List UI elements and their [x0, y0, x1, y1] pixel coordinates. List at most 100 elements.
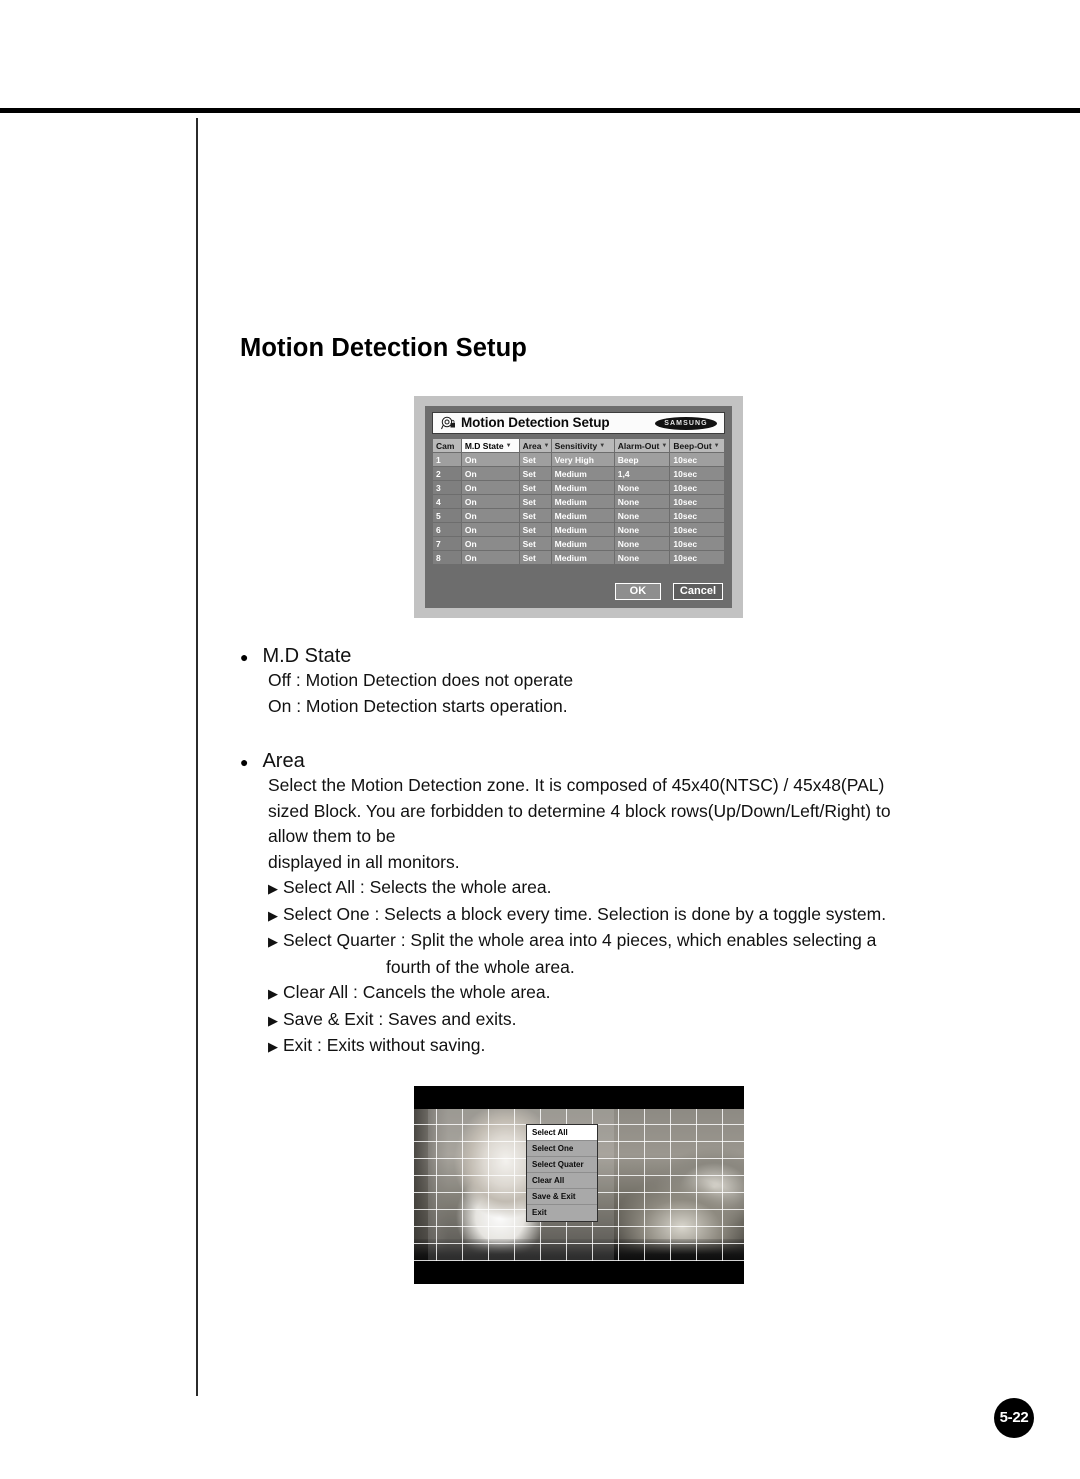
cell-beep-out[interactable]: 10sec: [670, 481, 724, 494]
bullet-icon: ●: [240, 649, 249, 665]
cell-md-state[interactable]: On: [461, 481, 519, 494]
md-state-line: On : Motion Detection starts operation.: [268, 695, 568, 716]
menu-item-save-and-exit[interactable]: Save & Exit: [527, 1189, 597, 1205]
column-header-cam[interactable]: Cam: [433, 439, 461, 452]
cell-md-state[interactable]: On: [461, 509, 519, 522]
area-option-continuation: fourth of the whole area.: [386, 956, 575, 977]
arrow-right-icon: ▶: [268, 881, 278, 896]
table-row[interactable]: 5 On Set Medium None 10sec: [433, 509, 724, 522]
column-header-beep-out[interactable]: Beep-Out ▼: [670, 439, 724, 452]
section-md-state: ● M.D State Off : Motion Detection does …: [240, 645, 573, 719]
cell-cam: 1: [433, 453, 461, 466]
cell-cam: 2: [433, 467, 461, 480]
cell-md-state[interactable]: On: [461, 495, 519, 508]
area-heading-label: Area: [262, 750, 305, 772]
cell-alarm-out[interactable]: None: [614, 495, 670, 508]
cell-area[interactable]: Set: [519, 467, 551, 480]
column-header-md-state[interactable]: M.D State ▼: [461, 439, 519, 452]
cell-md-state[interactable]: On: [461, 467, 519, 480]
cell-beep-out[interactable]: 10sec: [670, 523, 724, 536]
column-header-area-label: Area: [522, 440, 542, 451]
area-paragraph-line: allow them to be: [268, 826, 396, 846]
cell-md-state[interactable]: On: [461, 551, 519, 564]
cell-sensitivity[interactable]: Medium: [551, 509, 614, 522]
cell-sensitivity[interactable]: Medium: [551, 467, 614, 480]
cell-area[interactable]: Set: [519, 537, 551, 550]
cell-cam: 7: [433, 537, 461, 550]
cell-sensitivity[interactable]: Medium: [551, 481, 614, 494]
cell-area[interactable]: Set: [519, 509, 551, 522]
cell-sensitivity[interactable]: Medium: [551, 537, 614, 550]
column-header-cam-label: Cam: [436, 440, 455, 451]
cell-beep-out[interactable]: 10sec: [670, 495, 724, 508]
cell-md-state[interactable]: On: [461, 523, 519, 536]
table-row[interactable]: 6 On Set Medium None 10sec: [433, 523, 724, 536]
arrow-right-icon: ▶: [268, 986, 278, 1001]
area-option-item: ▶ Clear All : Cancels the whole area.: [268, 980, 891, 1007]
area-option-item: ▶ Select One : Selects a block every time…: [268, 902, 891, 929]
cancel-button[interactable]: Cancel: [672, 583, 723, 600]
ok-button[interactable]: OK: [614, 583, 661, 600]
cell-beep-out[interactable]: 10sec: [670, 551, 724, 564]
cell-alarm-out[interactable]: None: [614, 523, 670, 536]
cell-sensitivity[interactable]: Medium: [551, 551, 614, 564]
column-header-alarm-out[interactable]: Alarm-Out ▼: [614, 439, 670, 452]
cell-area[interactable]: Set: [519, 453, 551, 466]
cell-alarm-out[interactable]: 1,4: [614, 467, 670, 480]
area-paragraph-line: sized Block. You are forbidden to determ…: [268, 800, 891, 821]
chevron-down-icon: ▼: [661, 443, 668, 450]
menu-item-select-all[interactable]: Select All: [527, 1125, 597, 1141]
column-header-alarm-out-label: Alarm-Out: [617, 440, 660, 451]
page-left-rule: [196, 118, 198, 1396]
table-row[interactable]: 8 On Set Medium None 10sec: [433, 551, 724, 564]
table-row[interactable]: 1 On Set Very High Beep 10sec: [433, 453, 724, 466]
area-option-label: Clear All : Cancels the whole area.: [283, 982, 551, 1002]
table-row[interactable]: 2 On Set Medium 1,4 10sec: [433, 467, 724, 480]
cell-beep-out[interactable]: 10sec: [670, 453, 724, 466]
cell-area[interactable]: Set: [519, 523, 551, 536]
cell-beep-out[interactable]: 10sec: [670, 509, 724, 522]
cell-beep-out[interactable]: 10sec: [670, 467, 724, 480]
page-title: Motion Detection Setup: [240, 334, 527, 362]
area-option-label: Exit : Exits without saving.: [283, 1035, 486, 1055]
cell-area[interactable]: Set: [519, 481, 551, 494]
menu-item-exit[interactable]: Exit: [527, 1205, 597, 1221]
cell-md-state[interactable]: On: [461, 537, 519, 550]
cell-alarm-out[interactable]: Beep: [614, 453, 670, 466]
cell-area[interactable]: Set: [519, 495, 551, 508]
menu-item-select-quater[interactable]: Select Quater: [527, 1157, 597, 1173]
cell-sensitivity[interactable]: Medium: [551, 495, 614, 508]
arrow-right-icon: ▶: [268, 907, 278, 923]
osd-window: Motion Detection Setup SAMSUNG Cam M.D S…: [425, 406, 732, 608]
chevron-down-icon: ▼: [599, 443, 606, 450]
column-header-sensitivity[interactable]: Sensitivity ▼: [551, 439, 614, 452]
cell-cam: 5: [433, 509, 461, 522]
cell-sensitivity[interactable]: Medium: [551, 523, 614, 536]
md-state-heading: ● M.D State: [240, 645, 573, 668]
arrow-right-icon: ▶: [268, 1012, 278, 1028]
md-state-heading-label: M.D State: [262, 645, 352, 667]
table-row[interactable]: 7 On Set Medium None 10sec: [433, 537, 724, 550]
cell-beep-out[interactable]: 10sec: [670, 537, 724, 550]
column-header-area[interactable]: Area ▼: [519, 439, 551, 452]
cell-alarm-out[interactable]: None: [614, 481, 670, 494]
motion-detection-table: Cam M.D State ▼ Area ▼ Sensitivity ▼ Alarm-…: [432, 438, 725, 565]
area-heading: ● Area: [240, 750, 891, 773]
menu-item-select-one[interactable]: Select One: [527, 1141, 597, 1157]
cell-area[interactable]: Set: [519, 551, 551, 564]
column-header-beep-out-label: Beep-Out: [673, 440, 712, 451]
camera-lens-icon: [441, 416, 455, 430]
arrow-right-icon: ▶: [268, 934, 278, 949]
cell-alarm-out[interactable]: None: [614, 509, 670, 522]
page-top-rule: [0, 108, 1080, 113]
menu-item-clear-all[interactable]: Clear All: [527, 1173, 597, 1189]
motion-area-grid-screenshot: Select All Select One Select Quater Clea…: [414, 1086, 744, 1284]
cell-md-state[interactable]: On: [461, 453, 519, 466]
dialog-button-bar: OK Cancel: [614, 583, 723, 600]
cell-alarm-out[interactable]: None: [614, 551, 670, 564]
cell-sensitivity[interactable]: Very High: [551, 453, 614, 466]
table-row[interactable]: 4 On Set Medium None 10sec: [433, 495, 724, 508]
cell-cam: 6: [433, 523, 461, 536]
table-row[interactable]: 3 On Set Medium None 10sec: [433, 481, 724, 494]
cell-alarm-out[interactable]: None: [614, 537, 670, 550]
